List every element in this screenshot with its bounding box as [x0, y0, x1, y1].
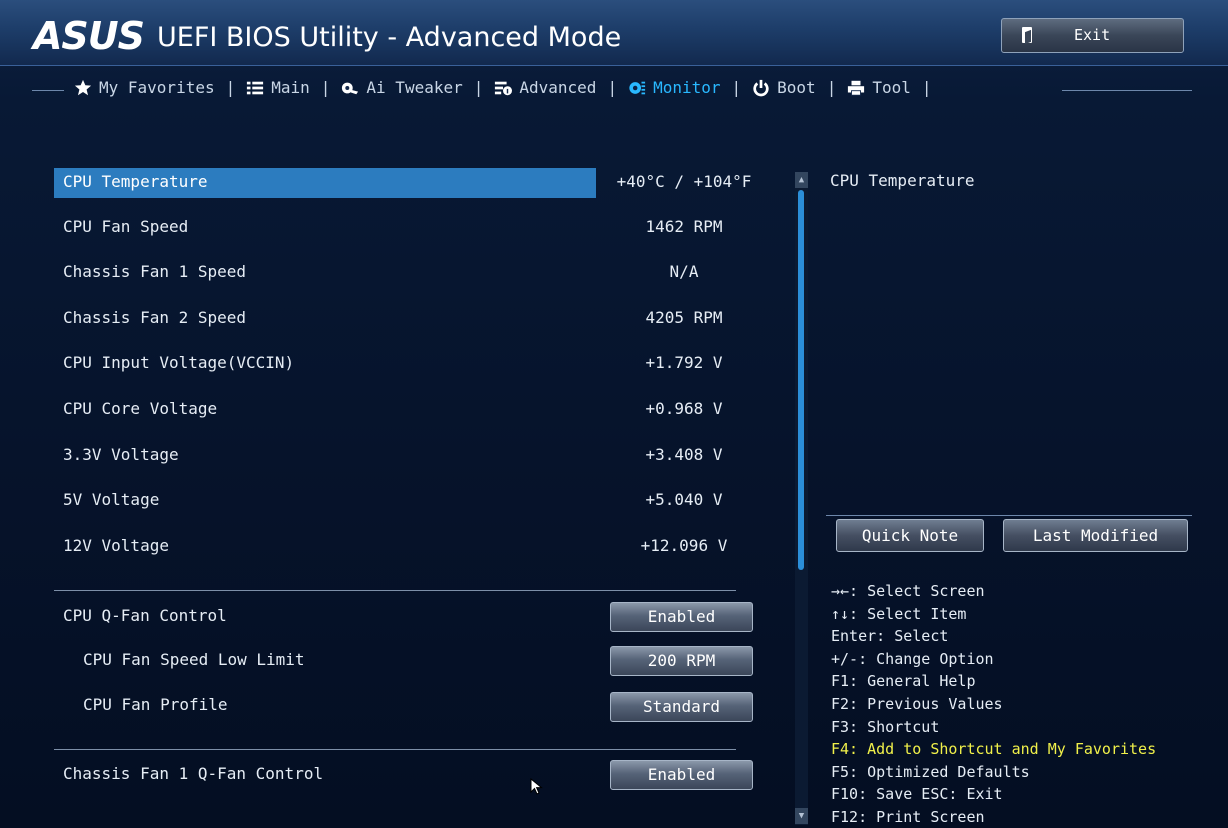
tab-advanced[interactable]: Advanced	[494, 78, 596, 97]
key-hint-favorites: F4: Add to Shortcut and My Favorites	[831, 740, 1157, 759]
exit-button[interactable]: Exit	[1001, 18, 1184, 53]
cpu-fan-profile-select[interactable]: Standard	[610, 692, 753, 722]
tab-boot[interactable]: Boot	[752, 78, 816, 97]
last-modified-button[interactable]: Last Modified	[1003, 519, 1188, 552]
tab-monitor[interactable]: Monitor	[628, 78, 721, 97]
reading-value: +5.040 V	[645, 490, 723, 509]
reading-row-12v[interactable]: 12V Voltage +12.096 V	[54, 530, 736, 562]
advanced-icon	[495, 81, 513, 95]
scrollbar-thumb[interactable]	[798, 190, 804, 570]
tab-main[interactable]: Main	[246, 78, 310, 97]
reading-row-cpu-fan-speed[interactable]: CPU Fan Speed 1462 RPM	[54, 211, 736, 243]
reading-value: +1.792 V	[645, 353, 723, 372]
tab-label: My Favorites	[99, 78, 215, 97]
reading-label: 5V Voltage	[63, 490, 160, 509]
reading-value: 4205 RPM	[645, 308, 723, 327]
title-bar: ASUS UEFI BIOS Utility - Advanced Mode E…	[0, 0, 1228, 66]
key-hint: F10: Save ESC: Exit	[831, 785, 1003, 804]
reading-value: +3.408 V	[645, 445, 723, 464]
monitor-icon	[629, 81, 646, 94]
tab-divider-left	[32, 90, 64, 91]
option-label: CPU Fan Speed Low Limit	[83, 650, 305, 669]
exit-label: Exit	[1074, 26, 1111, 44]
reading-value: N/A	[669, 262, 699, 281]
reading-row-chassis-fan-2[interactable]: Chassis Fan 2 Speed 4205 RPM	[54, 302, 736, 334]
reading-row-cpu-temperature[interactable]: CPU Temperature +40°C / +104°F	[54, 166, 751, 198]
tab-label: Advanced	[519, 78, 597, 97]
reading-label: 12V Voltage	[63, 536, 169, 555]
reading-row-vccin[interactable]: CPU Input Voltage(VCCIN) +1.792 V	[54, 347, 736, 379]
list-icon	[247, 81, 264, 94]
tab-label: Tool	[872, 78, 911, 97]
key-hint: F3: Shortcut	[831, 717, 940, 736]
option-label: CPU Fan Profile	[83, 695, 228, 714]
key-hint: F2: Previous Values	[831, 694, 1003, 713]
tab-separator: |	[225, 78, 236, 97]
door-icon	[1022, 27, 1032, 43]
bios-screen: ASUS UEFI BIOS Utility - Advanced Mode E…	[0, 0, 1228, 828]
tab-label: Monitor	[653, 78, 721, 97]
cpu-fan-low-limit-select[interactable]: 200 RPM	[610, 646, 753, 676]
reading-value: 1462 RPM	[645, 217, 723, 236]
help-title: CPU Temperature	[830, 171, 975, 190]
reading-label: CPU Fan Speed	[63, 217, 189, 236]
help-divider	[826, 515, 1192, 516]
reading-label: Chassis Fan 2 Speed	[63, 308, 247, 327]
reading-value: +12.096 V	[640, 536, 728, 555]
reading-label: Chassis Fan 1 Speed	[63, 262, 247, 281]
reading-row-chassis-fan-1[interactable]: Chassis Fan 1 Speed N/A	[54, 256, 736, 288]
power-icon	[753, 79, 769, 96]
reading-value: +0.968 V	[645, 399, 723, 418]
cpu-qfan-control-select[interactable]: Enabled	[610, 602, 753, 632]
tab-ai-tweaker[interactable]: Ai Tweaker	[341, 78, 463, 97]
reading-label: CPU Input Voltage(VCCIN)	[63, 353, 295, 372]
reading-label: CPU Temperature	[63, 172, 208, 191]
tab-my-favorites[interactable]: My Favorites	[74, 78, 215, 97]
scroll-up-arrow-icon[interactable]: ▲	[795, 172, 808, 188]
tab-separator: |	[921, 78, 932, 97]
asus-logo: ASUS	[33, 14, 145, 58]
tab-label: Main	[271, 78, 310, 97]
scroll-down-arrow-icon[interactable]: ▼	[795, 808, 808, 824]
key-hint: +/-: Change Option	[831, 649, 994, 668]
tab-bar: My Favorites | Main | Ai Tweaker | Advan…	[0, 66, 1228, 116]
key-hint: F1: General Help	[831, 672, 976, 691]
key-hint: →←: Select Screen	[831, 582, 985, 600]
mouse-cursor-icon	[530, 778, 543, 795]
quick-note-button[interactable]: Quick Note	[836, 519, 984, 552]
key-hint: Enter: Select	[831, 627, 949, 646]
tweaker-icon	[342, 82, 359, 94]
option-label: Chassis Fan 1 Q-Fan Control	[63, 764, 324, 783]
chassis-fan-1-qfan-select[interactable]: Enabled	[610, 760, 753, 790]
reading-row-3v3[interactable]: 3.3V Voltage +3.408 V	[54, 439, 736, 471]
star-icon	[74, 79, 92, 95]
key-legend: →←: Select Screen ↑↓: Select Item Enter:…	[831, 580, 1156, 828]
tab-separator: |	[473, 78, 484, 97]
app-title: UEFI BIOS Utility - Advanced Mode	[157, 22, 622, 53]
tab-separator: |	[731, 78, 742, 97]
reading-label: 3.3V Voltage	[63, 445, 179, 464]
section-divider	[54, 590, 736, 591]
reading-row-cpu-core-voltage[interactable]: CPU Core Voltage +0.968 V	[54, 393, 736, 425]
tab-divider-right	[1062, 90, 1192, 91]
section-divider	[54, 749, 736, 750]
key-hint: F5: Optimized Defaults	[831, 762, 1030, 781]
tab-label: Ai Tweaker	[366, 78, 463, 97]
option-label: CPU Q-Fan Control	[63, 606, 227, 625]
tab-separator: |	[607, 78, 618, 97]
reading-value: +40°C / +104°F	[616, 172, 752, 191]
tab-label: Boot	[777, 78, 816, 97]
printer-icon	[848, 80, 865, 96]
key-hint: ↑↓: Select Item	[831, 604, 967, 623]
key-hint: F12: Print Screen	[831, 807, 985, 826]
reading-row-5v[interactable]: 5V Voltage +5.040 V	[54, 484, 736, 516]
tab-tool[interactable]: Tool	[847, 78, 911, 97]
reading-label: CPU Core Voltage	[63, 399, 218, 418]
tab-separator: |	[320, 78, 331, 97]
tab-separator: |	[826, 78, 837, 97]
